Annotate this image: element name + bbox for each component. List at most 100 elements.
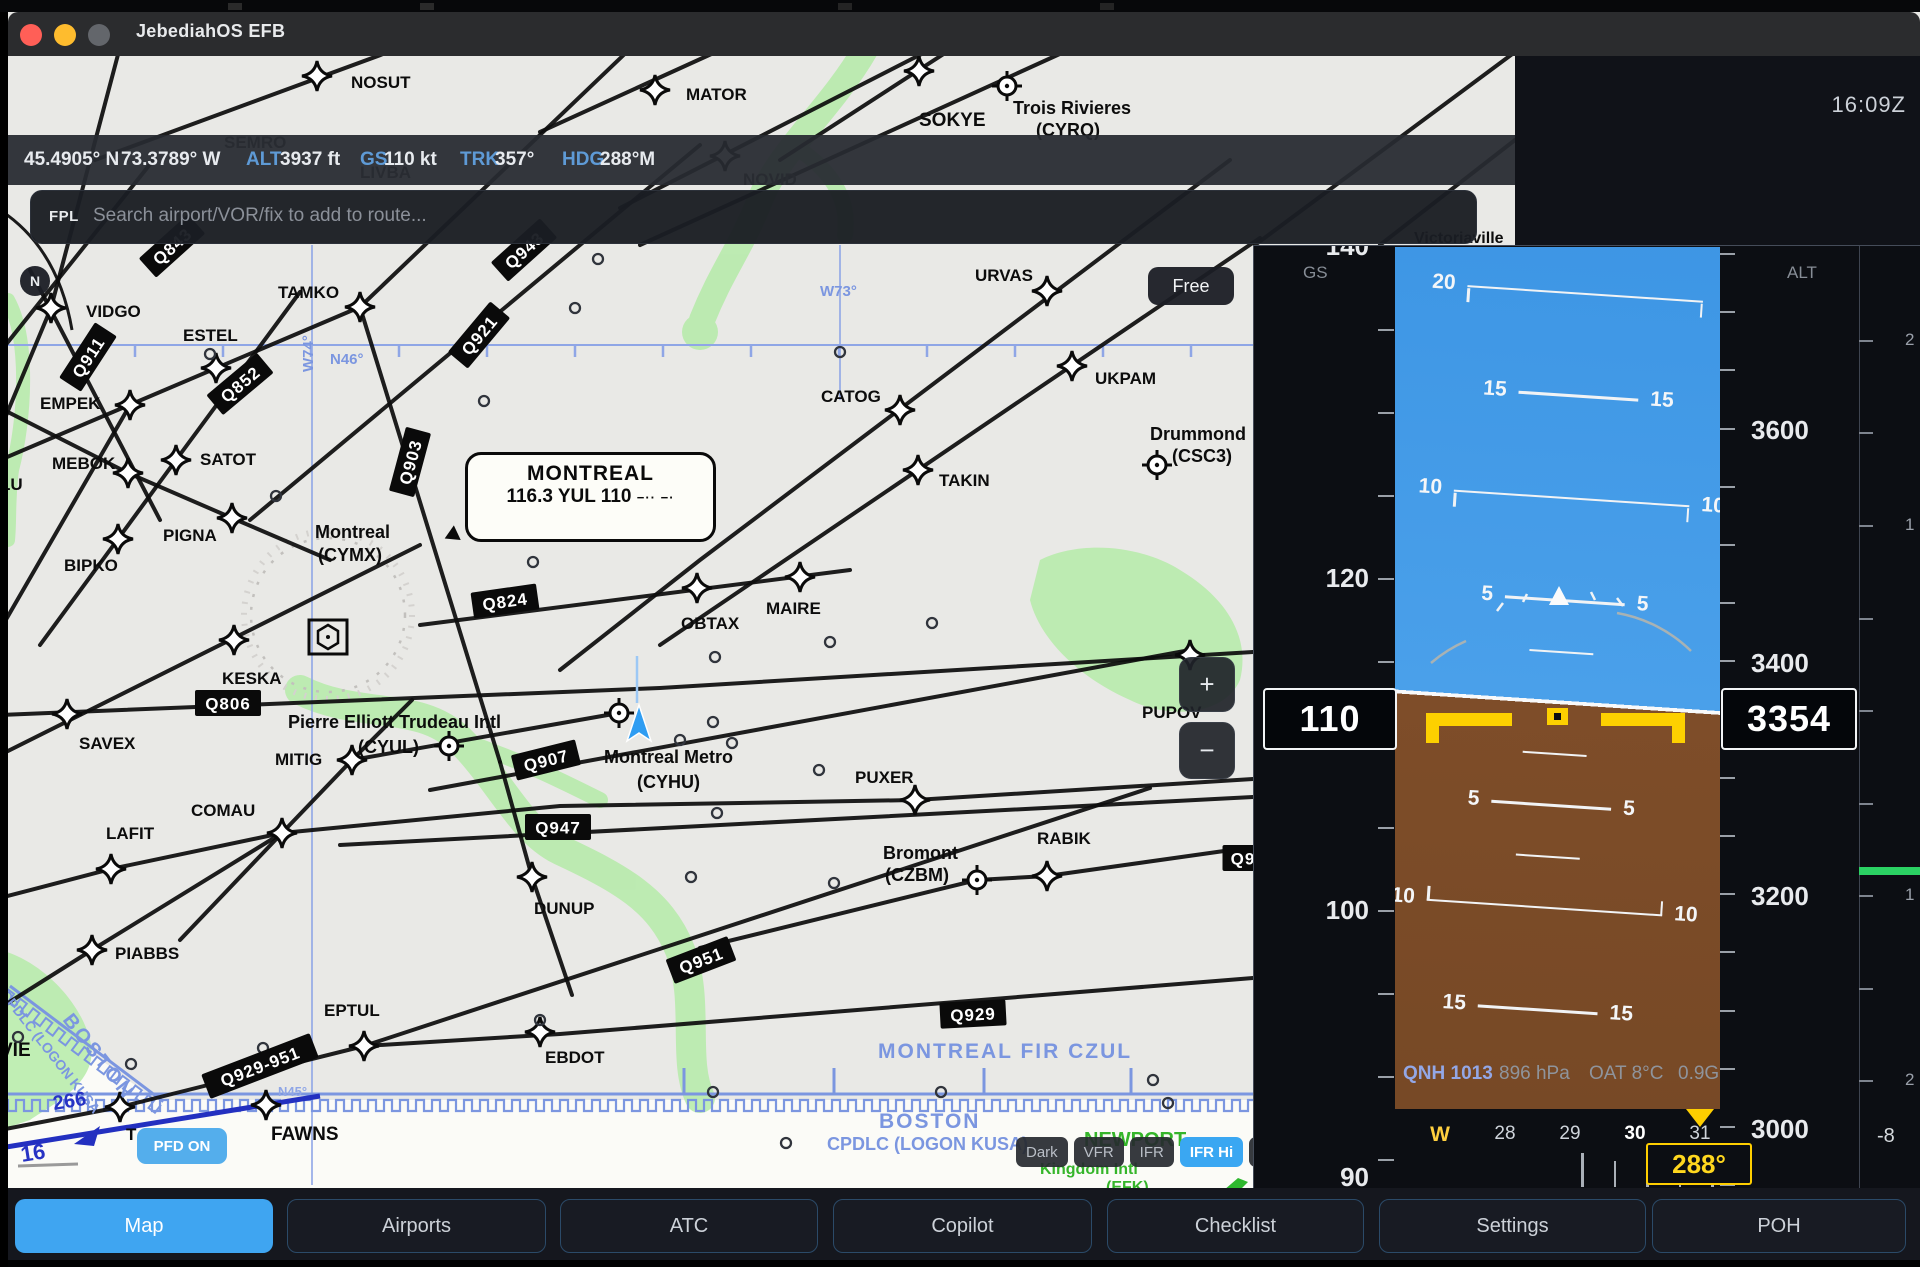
layer-button-ifr[interactable]: IFR (1130, 1137, 1174, 1167)
tab-copilot[interactable]: Copilot (833, 1199, 1092, 1253)
svg-text:TAKIN: TAKIN (939, 471, 990, 490)
heading-tick (1614, 1161, 1617, 1187)
alt-label: ALT (246, 149, 282, 171)
svg-text:URVAS: URVAS (975, 266, 1033, 285)
tab-checklist[interactable]: Checklist (1107, 1199, 1364, 1253)
tab-atc[interactable]: ATC (560, 1199, 818, 1253)
minimize-button[interactable] (54, 24, 76, 46)
alt-tick (1720, 602, 1735, 604)
svg-text:SATOT: SATOT (200, 450, 257, 469)
zoom-in-button[interactable]: + (1179, 657, 1235, 712)
alt-tick (1720, 951, 1735, 953)
vs-tick (1859, 618, 1873, 620)
tab-map[interactable]: Map (15, 1199, 273, 1253)
layer-button-ifr-hi[interactable]: IFR Hi (1180, 1137, 1243, 1167)
speed-tick (1378, 661, 1394, 663)
tab-airports[interactable]: Airports (287, 1199, 546, 1253)
svg-text:Bromont: Bromont (883, 843, 958, 863)
alt-tick (1720, 311, 1735, 313)
alt-tick (1720, 660, 1735, 662)
ownship-icon (627, 705, 651, 741)
alt-tape-label: 3400 (1751, 648, 1809, 679)
heading-tick (1581, 1153, 1584, 1187)
heading-label: 29 (1559, 1123, 1580, 1145)
svg-text:MEBOK: MEBOK (52, 454, 116, 473)
svg-text:OBTAX: OBTAX (681, 614, 740, 633)
heading-label: W (1430, 1123, 1450, 1147)
alt-tick (1720, 1068, 1735, 1070)
hdg-label: HDG (562, 149, 604, 171)
svg-text:EPTUL: EPTUL (324, 1001, 380, 1020)
longitude-value: 73.3789° W (121, 149, 221, 171)
svg-text:BIPKO: BIPKO (64, 556, 118, 575)
layer-button-vfr[interactable]: VFR (1074, 1137, 1124, 1167)
svg-text:MITIG: MITIG (275, 750, 322, 769)
gload-value: 0.9G (1678, 1063, 1719, 1085)
svg-text:(CYUL): (CYUL) (358, 737, 419, 757)
svg-text:SOKYE: SOKYE (919, 110, 986, 131)
heading-label: 28 (1494, 1123, 1515, 1145)
svg-text:BOSTON: BOSTON (879, 1110, 980, 1133)
pfd-toggle-button[interactable]: PFD ON (137, 1128, 227, 1164)
vs-tick (1859, 432, 1873, 434)
tab-settings[interactable]: Settings (1379, 1199, 1646, 1253)
alt-value: 3937 ft (280, 149, 340, 171)
vs-tape-axis (1859, 246, 1860, 1189)
svg-text:Trois Rivieres: Trois Rivieres (1013, 98, 1131, 118)
speed-tick (1378, 1159, 1394, 1161)
vs-label: 1 (1905, 515, 1914, 535)
svg-text:Drummond: Drummond (1150, 424, 1246, 444)
zoom-out-button[interactable]: − (1179, 722, 1235, 779)
svg-text:KESKA: KESKA (222, 669, 282, 688)
speed-tape-label: 140 (1289, 245, 1369, 262)
svg-text:EMPEK: EMPEK (40, 394, 101, 413)
svg-text:CPDLC (LOGON KUSA): CPDLC (LOGON KUSA) (827, 1134, 1028, 1154)
gs-value: 110 kt (384, 149, 437, 171)
speed-readout: 110 (1263, 688, 1397, 750)
vs-label: 2 (1905, 330, 1914, 350)
layer-button-dark[interactable]: Dark (1016, 1137, 1068, 1167)
alt-tape-label: 3600 (1751, 415, 1809, 446)
svg-text:(CZBM): (CZBM) (885, 865, 949, 885)
svg-text:EBDOT: EBDOT (545, 1048, 605, 1067)
alt-tick (1720, 544, 1735, 546)
svg-text:(CSC3): (CSC3) (1172, 446, 1232, 466)
heading-label: 30 (1624, 1123, 1645, 1145)
svg-text:Q9: Q9 (1231, 850, 1256, 869)
svg-text:SAVEX: SAVEX (79, 734, 136, 753)
speed-tick (1378, 1076, 1394, 1078)
bottom-navigation: Map Airports ATC Copilot Checklist SettingsPO… (0, 1188, 1920, 1260)
tab-poh[interactable]: POH (1652, 1199, 1906, 1253)
oat-value: OAT 8°C (1589, 1063, 1663, 1085)
svg-text:16: 16 (19, 1138, 47, 1167)
route-search-input[interactable]: Search airport/VOR/fix to add to route..… (93, 205, 427, 227)
svg-text:VIDGO: VIDGO (86, 302, 141, 321)
free-mode-button[interactable]: Free (1148, 267, 1234, 305)
speed-tick (1378, 993, 1394, 995)
vs-tick (1859, 895, 1873, 897)
svg-text:(CYHU): (CYHU) (637, 772, 700, 792)
speed-tick (1378, 910, 1394, 912)
vs-tick (1859, 988, 1873, 990)
navaid-info-box: MONTREAL 116.3 YUL 110 −·· −· (465, 452, 716, 542)
flight-plan-bar: FPL Search airport/VOR/fix to add to rou… (30, 190, 1477, 244)
alt-tick (1720, 486, 1735, 488)
hdg-value: 288°M (600, 149, 655, 171)
bottom-edge (0, 1260, 1920, 1267)
close-button[interactable] (20, 24, 42, 46)
aircraft-symbol-right-bar (1601, 713, 1685, 726)
alt-tape-label: 3000 (1751, 1114, 1809, 1145)
alt-tick (1720, 1126, 1735, 1128)
window-title: JebediahOS EFB (136, 21, 285, 42)
zoom-window-button[interactable] (88, 24, 110, 46)
aircraft-symbol-left-leg (1426, 726, 1439, 743)
heading-tape: 288° W28293031 (1395, 1109, 1720, 1189)
os-menu-strip (0, 0, 1920, 12)
alt-tick (1720, 428, 1735, 430)
svg-text:NOSUT: NOSUT (351, 73, 411, 92)
compass-north-button[interactable]: N (20, 266, 50, 296)
speed-tape-label: 100 (1289, 895, 1369, 926)
svg-text:MONTREAL FIR CZUL: MONTREAL FIR CZUL (878, 1040, 1132, 1063)
speed-tape-label: 90 (1289, 1162, 1369, 1189)
utc-clock: 16:09Z (1832, 92, 1907, 118)
